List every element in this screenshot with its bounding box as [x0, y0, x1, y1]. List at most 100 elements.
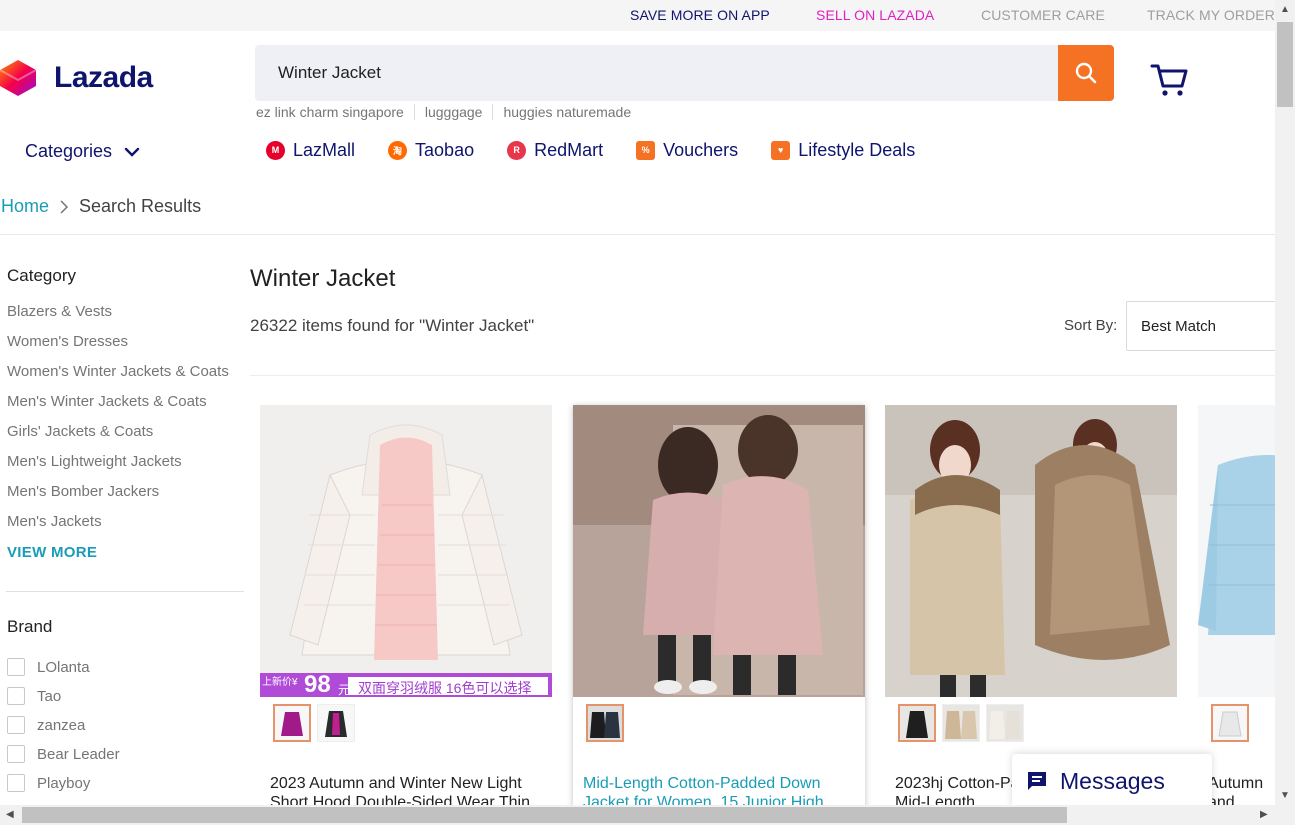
category-filter-title: Category [7, 266, 76, 285]
sidebar-divider [6, 591, 244, 592]
vertical-scrollbar-thumb[interactable] [1277, 22, 1293, 107]
scroll-right-icon[interactable]: ▶ [1260, 809, 1268, 820]
brand-filter-item[interactable]: Tao [7, 687, 61, 705]
search-input[interactable] [255, 45, 1059, 101]
category-filter-item[interactable]: Men's Lightweight Jackets [7, 453, 182, 470]
category-filter-item[interactable]: Men's Bomber Jackers [7, 483, 159, 500]
category-filter-item[interactable]: Girls' Jackets & Coats [7, 423, 153, 440]
nav-label: RedMart [534, 139, 604, 160]
search-hints: ez link charm singapore lugggage huggies… [256, 104, 651, 120]
nav-taobao[interactable]: 淘 Taobao [388, 139, 474, 161]
chevron-down-icon [124, 147, 140, 157]
cart-button[interactable] [1149, 60, 1189, 98]
horizontal-scrollbar-thumb[interactable] [22, 807, 1067, 823]
scroll-down-icon[interactable]: ▼ [1280, 790, 1290, 801]
category-filter-item[interactable]: Women's Dresses [7, 333, 128, 350]
variant-thumb[interactable] [986, 704, 1024, 742]
breadcrumb-home-link[interactable]: Home [1, 196, 49, 217]
categories-label: Categories [25, 141, 113, 161]
category-filter-item[interactable]: Women's Winter Jackets & Coats [7, 363, 229, 380]
brand-checkbox[interactable] [7, 716, 25, 734]
nav-label: LazMall [293, 139, 356, 160]
sort-label: Sort By: [1064, 317, 1118, 334]
chat-icon [1028, 771, 1046, 790]
brand-filter-item[interactable]: zanzea [7, 716, 85, 734]
search-button[interactable] [1058, 45, 1114, 101]
price-banner-value: 98 [304, 671, 331, 697]
brand-label: Tao [37, 687, 62, 705]
view-more-link[interactable]: VIEW MORE [7, 544, 97, 561]
messages-label: Messages [1060, 768, 1165, 794]
product-image[interactable]: 上新价¥ 98 元 双面穿羽绒服 16色可以选择 [260, 405, 552, 697]
sell-on-lazada-link[interactable]: SELL ON LAZADA [816, 7, 934, 23]
price-banner-unit: 元 [338, 683, 351, 697]
brand-checkbox[interactable] [7, 745, 25, 763]
variant-thumbs [586, 704, 624, 742]
search-box [255, 45, 1059, 101]
results-divider [250, 375, 1275, 376]
search-hint[interactable]: ez link charm singapore [256, 104, 415, 120]
brand-checkbox[interactable] [7, 687, 25, 705]
product-card[interactable]: 上新价¥ 98 元 双面穿羽绒服 16色可以选择 2023 Autumn and… [260, 405, 552, 825]
nav-redmart[interactable]: R RedMart [507, 139, 603, 161]
category-filter-item[interactable]: Men's Jackets [7, 513, 102, 530]
nav-vouchers[interactable]: % Vouchers [636, 139, 738, 161]
scroll-up-icon[interactable]: ▲ [1280, 4, 1290, 15]
search-hint[interactable]: lugggage [425, 104, 494, 120]
variant-thumb[interactable] [273, 704, 311, 742]
brand-checkbox[interactable] [7, 774, 25, 792]
category-filter-item[interactable]: Blazers & Vests [7, 303, 112, 320]
lazada-logo[interactable]: Lazada [0, 58, 170, 98]
sort-value: Best Match [1141, 318, 1217, 335]
search-hint[interactable]: huggies naturemade [503, 104, 641, 120]
variant-thumb[interactable] [1211, 704, 1249, 742]
brand-label: zanzea [37, 716, 86, 734]
brand-label: LOlanta [37, 658, 90, 676]
brand-filter-item[interactable]: LOlanta [7, 658, 90, 676]
redmart-icon: R [507, 140, 527, 160]
nav-lazmall[interactable]: M LazMall [266, 139, 355, 161]
chevron-right-icon [60, 199, 69, 214]
nav-label: Lifestyle Deals [798, 139, 916, 160]
messages-widget[interactable]: Messages [1012, 754, 1212, 809]
brand-filter-item[interactable]: Playboy [7, 774, 90, 792]
nav-label: Vouchers [663, 139, 739, 160]
brand-filter-title: Brand [7, 617, 53, 636]
price-banner-small: 上新价¥ [262, 677, 298, 688]
nav-label: Taobao [415, 139, 475, 160]
variant-thumbs [1211, 704, 1249, 742]
variant-thumb[interactable] [942, 704, 980, 742]
breadcrumb: Home Search Results [1, 196, 201, 217]
sort-select[interactable]: Best Match [1126, 301, 1286, 351]
product-card[interactable]: Mid-Length Cotton-Padded Down Jacket for… [573, 405, 865, 825]
search-icon [1075, 62, 1097, 84]
variant-thumbs [273, 704, 355, 742]
category-filter-item[interactable]: Men's Winter Jackets & Coats [7, 393, 207, 410]
logo-text: Lazada [54, 61, 153, 94]
variant-thumb[interactable] [898, 704, 936, 742]
nav-lifestyle-deals[interactable]: ♥ Lifestyle Deals [771, 139, 915, 161]
lazada-heart-icon [0, 60, 37, 96]
top-bar: SAVE MORE ON APP SELL ON LAZADA CUSTOMER… [0, 0, 1275, 31]
price-banner-text: 双面穿羽绒服 16色可以选择 [358, 680, 532, 696]
variant-thumb[interactable] [317, 704, 355, 742]
page-title: Winter Jacket [250, 265, 396, 292]
brand-label: Playboy [37, 774, 91, 792]
categories-dropdown[interactable]: Categories [25, 141, 140, 162]
voucher-icon: % [636, 140, 656, 160]
customer-care-link[interactable]: CUSTOMER CARE [981, 7, 1105, 23]
variant-thumb[interactable] [586, 704, 624, 742]
save-more-on-app-link[interactable]: SAVE MORE ON APP [630, 7, 770, 23]
product-image[interactable] [573, 405, 865, 697]
brand-filter-item[interactable]: Bear Leader [7, 745, 120, 763]
track-my-order-link[interactable]: TRACK MY ORDER [1147, 7, 1275, 23]
brand-checkbox[interactable] [7, 658, 25, 676]
gift-icon: ♥ [771, 140, 791, 160]
brand-label: Bear Leader [37, 745, 120, 763]
vertical-scrollbar[interactable] [1275, 0, 1295, 805]
breadcrumb-current: Search Results [79, 196, 202, 216]
scroll-left-icon[interactable]: ◀ [6, 809, 14, 820]
product-image[interactable] [1198, 405, 1275, 697]
product-image[interactable] [885, 405, 1177, 697]
channel-nav: M LazMall 淘 Taobao R RedMart % Vouchers … [266, 139, 948, 161]
